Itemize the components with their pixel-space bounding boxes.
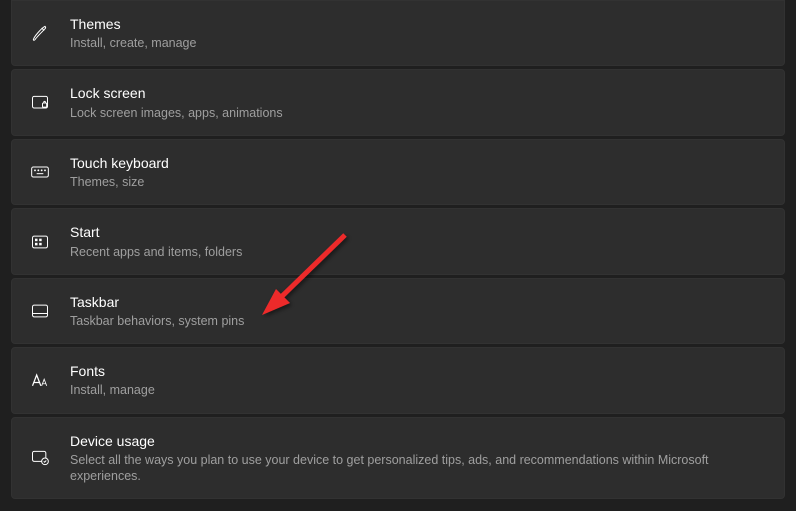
item-subtitle: Lock screen images, apps, animations [70, 105, 283, 121]
settings-item-touch-keyboard[interactable]: Touch keyboard Themes, size [11, 139, 785, 205]
item-text: Themes Install, create, manage [70, 15, 196, 51]
taskbar-icon [28, 299, 52, 323]
item-title: Lock screen [70, 84, 283, 102]
settings-item-taskbar[interactable]: Taskbar Taskbar behaviors, system pins [11, 278, 785, 344]
item-text: Taskbar Taskbar behaviors, system pins [70, 293, 244, 329]
item-title: Device usage [70, 432, 768, 450]
start-icon [28, 230, 52, 254]
item-text: Device usage Select all the ways you pla… [70, 432, 768, 485]
item-subtitle: Taskbar behaviors, system pins [70, 313, 244, 329]
settings-item-lock-screen[interactable]: Lock screen Lock screen images, apps, an… [11, 69, 785, 135]
item-text: Start Recent apps and items, folders [70, 223, 242, 259]
item-title: Themes [70, 15, 196, 33]
item-title: Fonts [70, 362, 155, 380]
fonts-icon [28, 368, 52, 392]
settings-item-fonts[interactable]: Fonts Install, manage [11, 347, 785, 413]
item-subtitle: Select all the ways you plan to use your… [70, 452, 768, 485]
device-usage-icon [28, 446, 52, 470]
settings-item-themes[interactable]: Themes Install, create, manage [11, 0, 785, 66]
item-subtitle: Recent apps and items, folders [70, 244, 242, 260]
item-text: Touch keyboard Themes, size [70, 154, 169, 190]
item-title: Touch keyboard [70, 154, 169, 172]
lock-screen-icon [28, 91, 52, 115]
settings-item-start[interactable]: Start Recent apps and items, folders [11, 208, 785, 274]
settings-item-device-usage[interactable]: Device usage Select all the ways you pla… [11, 417, 785, 500]
item-subtitle: Themes, size [70, 174, 169, 190]
brush-icon [28, 21, 52, 45]
item-title: Start [70, 223, 242, 241]
item-subtitle: Install, manage [70, 382, 155, 398]
keyboard-icon [28, 160, 52, 184]
item-title: Taskbar [70, 293, 244, 311]
settings-list: Themes Install, create, manage Lock scre… [11, 0, 785, 499]
item-text: Fonts Install, manage [70, 362, 155, 398]
item-text: Lock screen Lock screen images, apps, an… [70, 84, 283, 120]
item-subtitle: Install, create, manage [70, 35, 196, 51]
